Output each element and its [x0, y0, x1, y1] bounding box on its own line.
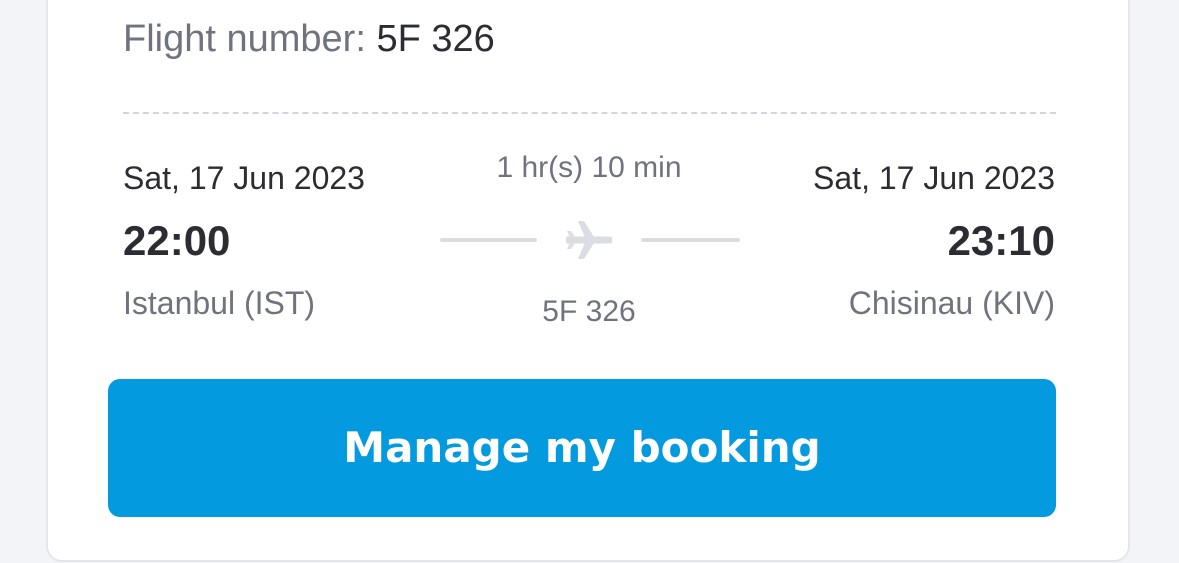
flight-number-row: Flight number: 5F 326: [123, 14, 495, 64]
manage-booking-button[interactable]: Manage my booking: [108, 379, 1056, 517]
route-line-right: [641, 238, 740, 242]
flight-number-value: 5F 326: [376, 18, 495, 60]
route-flight-number: 5F 326: [542, 295, 636, 328]
departure-date: Sat, 17 Jun 2023: [123, 160, 365, 196]
arrival-time: 23:10: [947, 217, 1055, 264]
departure-time: 22:00: [123, 217, 231, 264]
arrival-date: Sat, 17 Jun 2023: [813, 160, 1055, 196]
flight-duration: 1 hr(s) 10 min: [496, 151, 682, 184]
departure-airport: Istanbul (IST): [123, 285, 316, 321]
dashed-divider: [123, 112, 1056, 114]
airplane-icon: [566, 221, 612, 259]
arrival-airport: Chisinau (KIV): [848, 285, 1055, 321]
flight-number-label: Flight number:: [123, 18, 366, 60]
route-line-left: [440, 238, 537, 242]
